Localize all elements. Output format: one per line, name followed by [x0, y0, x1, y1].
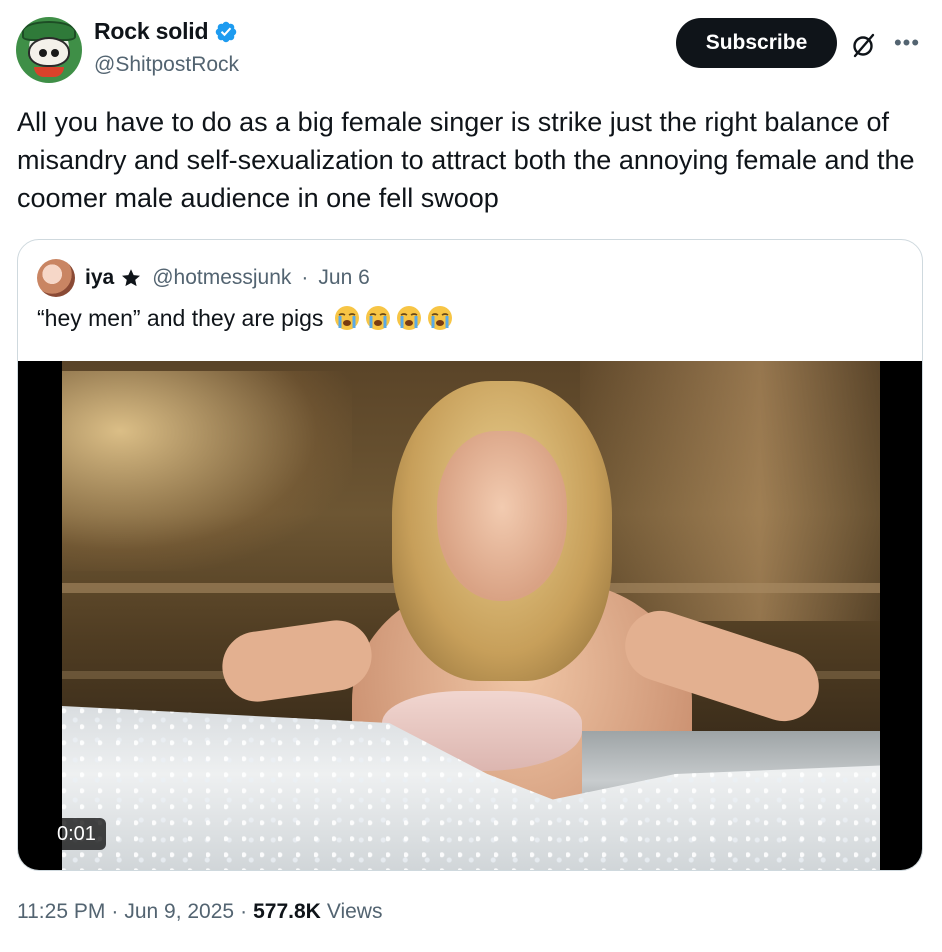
video-player[interactable]: 0:01: [18, 361, 922, 870]
meta-separator: ·: [240, 900, 248, 923]
quoted-separator: ·: [301, 266, 309, 289]
scene-tank: [580, 361, 880, 621]
emoji-group: [333, 304, 454, 332]
author-handle[interactable]: @ShitpostRock: [94, 53, 239, 77]
quoted-tweet-card[interactable]: iya @hotmessjunk · Jun 6 “hey men” and t…: [17, 239, 923, 871]
subscribe-button[interactable]: Subscribe: [676, 18, 837, 68]
tweet-text: All you have to do as a big female singe…: [17, 107, 915, 213]
quoted-tweet-text-row: “hey men” and they are pigs: [37, 304, 454, 332]
tweet-meta: 11:25 PM · Jun 9, 2025 · 577.8K Views: [17, 900, 382, 924]
more-icon[interactable]: •••: [892, 28, 922, 58]
avatar-eye-right: [51, 49, 59, 57]
quoted-author-handle[interactable]: @hotmessjunk: [152, 266, 291, 290]
avatar-face: [28, 37, 70, 67]
quoted-tweet-header: iya @hotmessjunk · Jun 6: [37, 258, 370, 298]
loudly-crying-face-icon: [397, 306, 422, 330]
video-frame: [62, 361, 880, 870]
views-label: Views: [326, 900, 383, 923]
author-display-name[interactable]: Rock solid: [94, 18, 209, 45]
scene-figure-face: [437, 431, 567, 601]
author-avatar[interactable]: [16, 17, 82, 83]
quoted-author-avatar[interactable]: [37, 259, 75, 297]
grok-icon[interactable]: [849, 30, 879, 60]
loudly-crying-face-icon: [428, 306, 453, 330]
avatar-mouth: [34, 67, 64, 77]
video-time-badge: 0:01: [47, 818, 106, 850]
loudly-crying-face-icon: [366, 306, 391, 330]
verified-badge-icon: [216, 21, 237, 42]
scene-light: [62, 371, 352, 571]
meta-separator: ·: [111, 900, 119, 923]
author-name-row[interactable]: Rock solid: [94, 18, 238, 45]
quoted-tweet-text: “hey men” and they are pigs: [37, 304, 324, 331]
loudly-crying-face-icon: [335, 306, 360, 330]
avatar-eye-left: [39, 49, 47, 57]
quoted-date[interactable]: Jun 6: [318, 266, 369, 290]
star-icon: [122, 269, 141, 287]
quoted-author-name[interactable]: iya: [85, 266, 114, 290]
post-time[interactable]: 11:25 PM: [17, 900, 105, 924]
post-date[interactable]: Jun 9, 2025: [124, 900, 234, 924]
views-count: 577.8K: [253, 900, 321, 923]
